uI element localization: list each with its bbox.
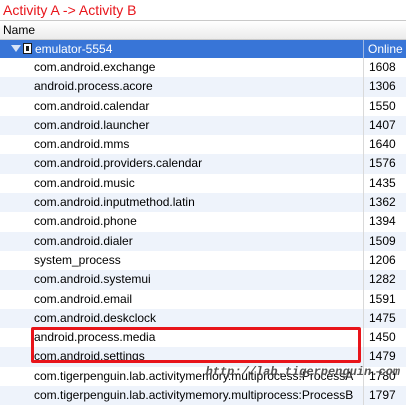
process-pid: 1640: [363, 135, 406, 155]
process-row[interactable]: android.process.acore 1306: [0, 77, 406, 97]
process-row[interactable]: com.android.dialer 1509: [0, 231, 406, 251]
process-name: com.android.inputmethod.latin: [34, 195, 195, 210]
process-pid: 1362: [363, 193, 406, 213]
expand-triangle-icon[interactable]: [11, 45, 21, 52]
process-name: com.android.launcher: [34, 117, 150, 132]
column-header-name[interactable]: Name: [0, 20, 406, 40]
process-pid: 1435: [363, 173, 406, 194]
process-row[interactable]: com.android.deskclock 1475: [0, 308, 406, 329]
process-row[interactable]: com.android.phone 1394: [0, 212, 406, 232]
process-row[interactable]: com.android.exchange 1608: [0, 58, 406, 78]
process-row[interactable]: com.tigerpenguin.lab.activitymemory.mult…: [0, 386, 406, 405]
process-row[interactable]: com.android.mms 1640: [0, 135, 406, 155]
process-pid: 1550: [363, 96, 406, 116]
process-name: system_process: [34, 252, 121, 267]
process-row[interactable]: com.android.inputmethod.latin 1362: [0, 193, 406, 213]
process-pid: 1306: [363, 77, 406, 97]
process-pid: 1797: [363, 386, 406, 405]
device-status: Online: [363, 40, 406, 58]
process-name: com.android.phone: [34, 214, 137, 229]
process-row[interactable]: com.android.music 1435: [0, 173, 406, 194]
process-name: com.android.calendar: [34, 98, 150, 113]
device-icon: [23, 43, 32, 54]
process-pid: 1509: [363, 231, 406, 251]
process-pid: 1394: [363, 212, 406, 232]
process-pid: 1450: [363, 328, 406, 348]
process-row[interactable]: system_process 1206: [0, 250, 406, 271]
process-pid: 1591: [363, 289, 406, 309]
process-pid: 1475: [363, 308, 406, 329]
highlight-box: [31, 327, 361, 363]
process-pid: 1282: [363, 270, 406, 290]
process-row[interactable]: com.android.systemui 1282: [0, 270, 406, 290]
process-name: com.android.providers.calendar: [34, 156, 203, 171]
device-row[interactable]: emulator-5554 Online: [0, 40, 406, 58]
process-row[interactable]: com.android.email 1591: [0, 289, 406, 309]
caption-title: Activity A -> Activity B: [3, 2, 137, 18]
process-name: com.android.mms: [34, 137, 130, 152]
process-name: com.android.systemui: [34, 272, 151, 287]
process-row[interactable]: com.android.providers.calendar 1576: [0, 154, 406, 174]
process-row[interactable]: com.android.launcher 1407: [0, 115, 406, 136]
process-name: com.android.exchange: [34, 60, 156, 74]
process-name: com.android.deskclock: [34, 310, 157, 325]
process-name: android.process.acore: [34, 79, 153, 94]
process-name: com.android.dialer: [34, 233, 133, 248]
process-pid: 1407: [363, 115, 406, 136]
process-name: com.android.email: [34, 291, 133, 306]
process-pid: 1206: [363, 250, 406, 271]
watermark-url: http://lab.tigerpenguin.com: [205, 365, 400, 379]
process-pid: 1479: [363, 347, 406, 367]
device-name: emulator-5554: [35, 42, 113, 56]
process-row[interactable]: com.android.calendar 1550: [0, 96, 406, 116]
process-pid: 1576: [363, 154, 406, 174]
process-pid: 1608: [363, 58, 406, 78]
process-name: com.tigerpenguin.lab.activitymemory.mult…: [34, 388, 354, 403]
process-name: com.android.music: [34, 175, 135, 190]
